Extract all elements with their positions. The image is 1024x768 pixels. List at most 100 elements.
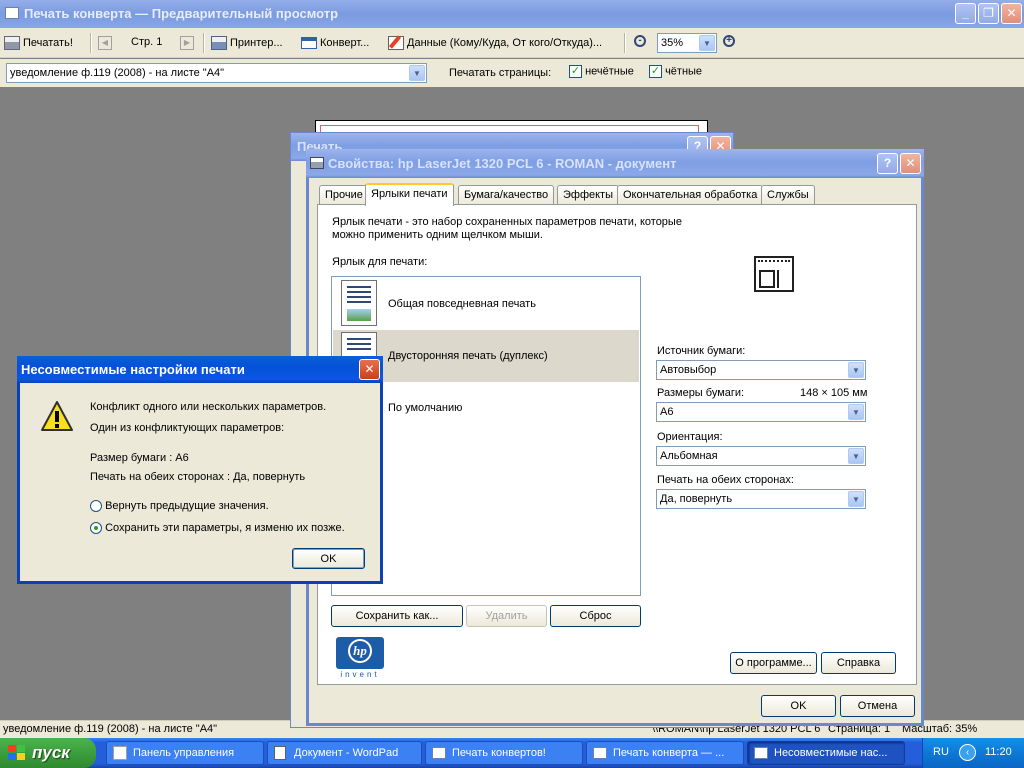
odd-pages-checkbox[interactable]: ✓ нечётные [569, 65, 634, 78]
tab-paper-quality[interactable]: Бумага/качество [458, 185, 555, 205]
shortcut-list-label: Ярлык для печати: [332, 256, 428, 268]
prev-page-button[interactable]: ◀ [98, 36, 112, 50]
chevron-down-icon: ▼ [848, 362, 864, 378]
minimize-button[interactable]: _ [955, 3, 976, 24]
envelope-toolbar-button[interactable]: Конверт... [301, 33, 369, 53]
tray-expand-icon[interactable]: ‹ [959, 744, 976, 761]
toolbar-separator [90, 33, 92, 53]
duplex-select[interactable]: Да, повернуть ▼ [656, 489, 866, 509]
next-page-button[interactable]: ▶ [180, 36, 194, 50]
conflict-titlebar[interactable]: Несовместимые настройки печати ✕ [17, 356, 383, 383]
taskbar-item[interactable]: Документ - WordPad [267, 741, 422, 765]
document-icon [341, 280, 377, 326]
close-button[interactable]: ✕ [1001, 3, 1022, 24]
windows-logo-icon [8, 745, 26, 761]
shortcut-description: Ярлык печати - это набор сохраненных пар… [332, 216, 682, 241]
app-icon [5, 7, 19, 19]
hp-logo-tagline: invent [340, 670, 380, 679]
edit-pencil-icon [388, 35, 404, 51]
printer-toolbar-button[interactable]: Принтер... [211, 33, 283, 53]
printer-settings-icon [211, 36, 227, 51]
zoom-in-icon: + [723, 35, 735, 47]
chevron-down-icon: ▼ [409, 65, 425, 81]
list-item[interactable]: Общая повседневная печать [333, 278, 639, 330]
close-button[interactable]: ✕ [900, 153, 921, 174]
orientation-select[interactable]: Альбомная ▼ [656, 446, 866, 466]
print-toolbar-button[interactable]: Печатать! [4, 33, 73, 53]
conflict-param-1: Размер бумаги : A6 [90, 452, 189, 464]
print-pages-label: Печатать страницы: [449, 67, 552, 79]
orientation-label: Ориентация: [657, 431, 723, 443]
paper-size-label: Размеры бумаги: [657, 387, 745, 399]
save-as-button[interactable]: Сохранить как... [331, 605, 463, 627]
tab-services[interactable]: Службы [761, 185, 815, 205]
warning-icon [40, 400, 74, 432]
chevron-down-icon: ▼ [699, 35, 715, 51]
data-toolbar-button[interactable]: Данные (Кому/Куда, От кого/Откуда)... [388, 33, 602, 53]
page-indicator: Стр. 1 [131, 36, 163, 48]
template-select[interactable]: уведомление ф.119 (2008) - на листе "А4"… [6, 63, 427, 83]
help-dialog-button[interactable]: Справка [821, 652, 896, 674]
paper-source-label: Источник бумаги: [657, 345, 746, 357]
help-button[interactable]: ? [877, 153, 898, 174]
chevron-down-icon: ▼ [848, 491, 864, 507]
clock[interactable]: 11:20 [985, 746, 1012, 758]
zoom-in-button[interactable]: + [722, 34, 740, 52]
tab-effects[interactable]: Эффекты [557, 185, 620, 205]
taskbar-item[interactable]: Печать конвертов! [425, 741, 583, 765]
conflict-param-2: Печать на обеих сторонах : Да, повернуть [90, 471, 306, 483]
conflict-message-2: Один из конфликтующих параметров: [90, 422, 285, 434]
properties-titlebar[interactable]: Свойства: hp LaserJet 1320 PCL 6 - ROMAN… [306, 149, 924, 178]
tab-other[interactable]: Прочие [319, 185, 369, 205]
reset-button[interactable]: Сброс [550, 605, 641, 627]
delete-button[interactable]: Удалить [466, 605, 547, 627]
system-tray: RU ‹ 11:20 [922, 738, 1024, 768]
tab-print-shortcuts[interactable]: Ярлыки печати [365, 183, 454, 206]
conflict-message-1: Конфликт одного или нескольких параметро… [90, 401, 327, 413]
taskbar-item[interactable]: Несовместимые нас... [747, 741, 905, 765]
chevron-down-icon: ▼ [848, 448, 864, 464]
hp-logo: hp invent [336, 637, 384, 681]
tab-panel: Ярлык печати - это набор сохраненных пар… [317, 204, 917, 685]
zoom-out-button[interactable]: - [633, 34, 651, 52]
tab-finishing[interactable]: Окончательная обработка [617, 185, 764, 205]
chevron-down-icon: ▼ [848, 404, 864, 420]
wordpad-icon [274, 746, 286, 760]
restore-button[interactable]: ❐ [978, 3, 999, 24]
main-window-title: Печать конверта — Предварительный просмо… [24, 6, 339, 21]
envelope-icon [301, 37, 317, 50]
taskbar-item[interactable]: Панель управления [106, 741, 264, 765]
language-indicator[interactable]: RU [933, 746, 949, 758]
even-pages-checkbox[interactable]: ✓ чётные [649, 65, 702, 78]
zoom-out-icon: - [634, 35, 646, 47]
app-icon [593, 747, 607, 759]
main-window-titlebar[interactable]: Печать конверта — Предварительный просмо… [0, 0, 1024, 28]
paper-size-select[interactable]: A6 ▼ [656, 402, 866, 422]
properties-title: Свойства: hp LaserJet 1320 PCL 6 - ROMAN… [328, 156, 677, 171]
paper-source-select[interactable]: Автовыбор ▼ [656, 360, 866, 380]
toolbar-separator [203, 33, 205, 53]
about-button[interactable]: О программе... [730, 652, 817, 674]
printer-icon [310, 157, 324, 169]
paper-size-dims: 148 × 105 мм [800, 387, 868, 399]
app-icon [754, 747, 768, 759]
control-panel-icon [113, 746, 127, 760]
ok-button[interactable]: OK [761, 695, 836, 717]
close-button[interactable]: ✕ [359, 359, 380, 380]
toolbar-separator [624, 33, 626, 53]
main-toolbar: Печатать! ◀ Стр. 1 ▶ Принтер... Конверт.… [0, 28, 1024, 58]
zoom-select[interactable]: 35% ▼ [657, 33, 717, 53]
app-icon [432, 747, 446, 759]
status-template: уведомление ф.119 (2008) - на листе "А4" [3, 723, 218, 735]
revert-option-radio[interactable]: Вернуть предыдущие значения. [90, 500, 269, 513]
radio-icon [90, 522, 102, 535]
taskbar-item[interactable]: Печать конверта — ... [586, 741, 744, 765]
template-row: уведомление ф.119 (2008) - на листе "А4"… [0, 59, 1024, 87]
printer-icon [4, 36, 20, 51]
keep-option-radio[interactable]: Сохранить эти параметры, я изменю их поз… [90, 522, 345, 535]
printer-properties-dialog: Свойства: hp LaserJet 1320 PCL 6 - ROMAN… [306, 149, 924, 726]
cancel-button[interactable]: Отмена [840, 695, 915, 717]
conflict-title: Несовместимые настройки печати [21, 362, 245, 377]
conflict-ok-button[interactable]: OK [292, 548, 365, 569]
start-button[interactable]: пуск [0, 738, 96, 768]
